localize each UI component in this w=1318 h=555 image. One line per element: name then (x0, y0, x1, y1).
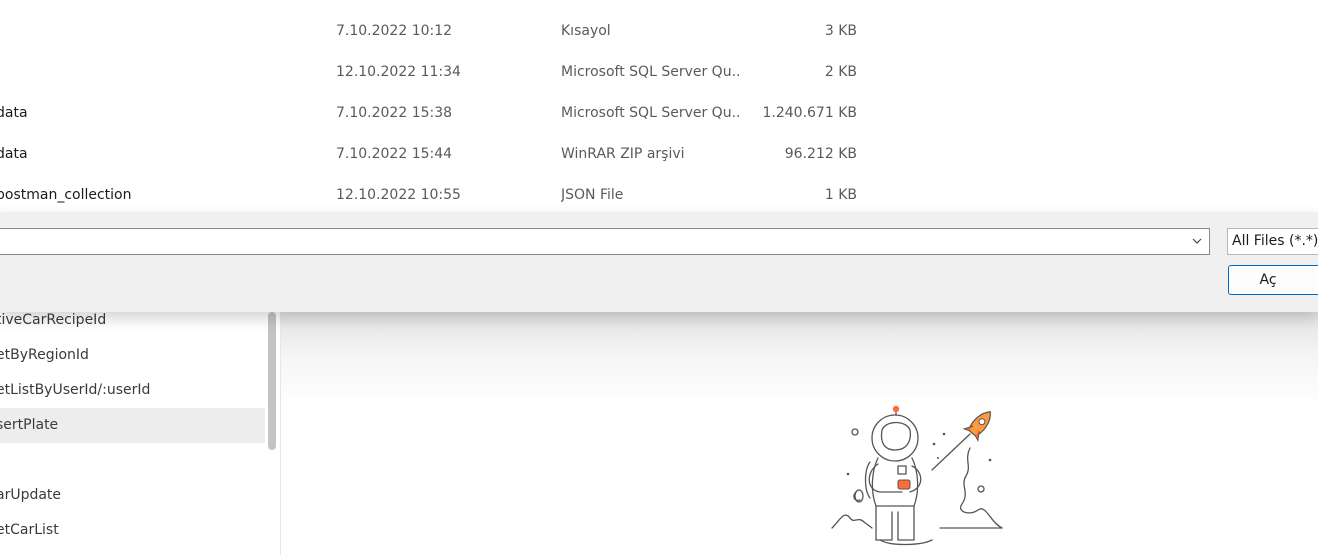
sidebar-request-item[interactable]: etCarList (0, 513, 265, 548)
request-label: etByRegionId (0, 347, 89, 363)
file-date: 7.10.2022 15:44 (336, 146, 453, 162)
file-row[interactable]: 12.10.2022 11:34 Microsoft SQL Server Qu… (0, 52, 1318, 93)
sidebar-request-item-selected[interactable]: sertPlate (0, 408, 265, 443)
request-label: etCarList (0, 522, 59, 538)
file-size: 1 KB (824, 187, 857, 203)
file-row[interactable]: n 7.10.2022 10:12 Kısayol 3 KB (0, 11, 1318, 52)
file-list: n 7.10.2022 10:12 Kısayol 3 KB 12.10.202… (0, 0, 1318, 212)
request-label: etListByUserId/:userId (0, 382, 151, 398)
sidebar-scrollbar[interactable] (268, 312, 276, 450)
file-date: 12.10.2022 10:55 (336, 187, 461, 203)
file-size: 1.240.671 KB (762, 105, 858, 121)
file-type-filter[interactable]: All Files (*.*) (1227, 228, 1318, 255)
dialog-bottom-bar: All Files (*.*) Aç (0, 212, 1318, 312)
filename-combobox[interactable] (0, 228, 1210, 255)
file-row[interactable]: postman_collection 12.10.2022 10:55 JSON… (0, 175, 1318, 216)
collection-sidebar: tiveCarRecipeId etByRegionId etListByUse… (0, 312, 281, 555)
file-name: data (0, 146, 28, 162)
request-label: arUpdate (0, 487, 62, 503)
file-size: 3 KB (824, 23, 857, 39)
file-row[interactable]: data 7.10.2022 15:44 WinRAR ZIP arşivi 9… (0, 134, 1318, 175)
request-label: sertPlate (0, 417, 59, 433)
file-size: 2 KB (824, 64, 857, 80)
file-date: 7.10.2022 15:38 (336, 105, 453, 121)
sidebar-request-item[interactable]: etByRegionId (0, 338, 265, 373)
chevron-down-icon[interactable] (1191, 235, 1203, 247)
file-name: data (0, 105, 28, 121)
file-row[interactable]: data 7.10.2022 15:38 Microsoft SQL Serve… (0, 93, 1318, 134)
file-size: 96.212 KB (784, 146, 857, 162)
astronaut-rocket-illustration-icon (831, 405, 1003, 546)
sidebar-request-item[interactable]: arUpdate (0, 478, 265, 513)
open-button[interactable]: Aç (1228, 265, 1318, 295)
main-empty-panel (281, 312, 1318, 555)
sidebar-request-item[interactable]: etListByUserId/:userId (0, 373, 265, 408)
sidebar-request-item[interactable] (0, 443, 265, 478)
file-name: postman_collection (0, 187, 132, 203)
file-date: 12.10.2022 11:34 (336, 64, 461, 80)
file-date: 7.10.2022 10:12 (336, 23, 453, 39)
